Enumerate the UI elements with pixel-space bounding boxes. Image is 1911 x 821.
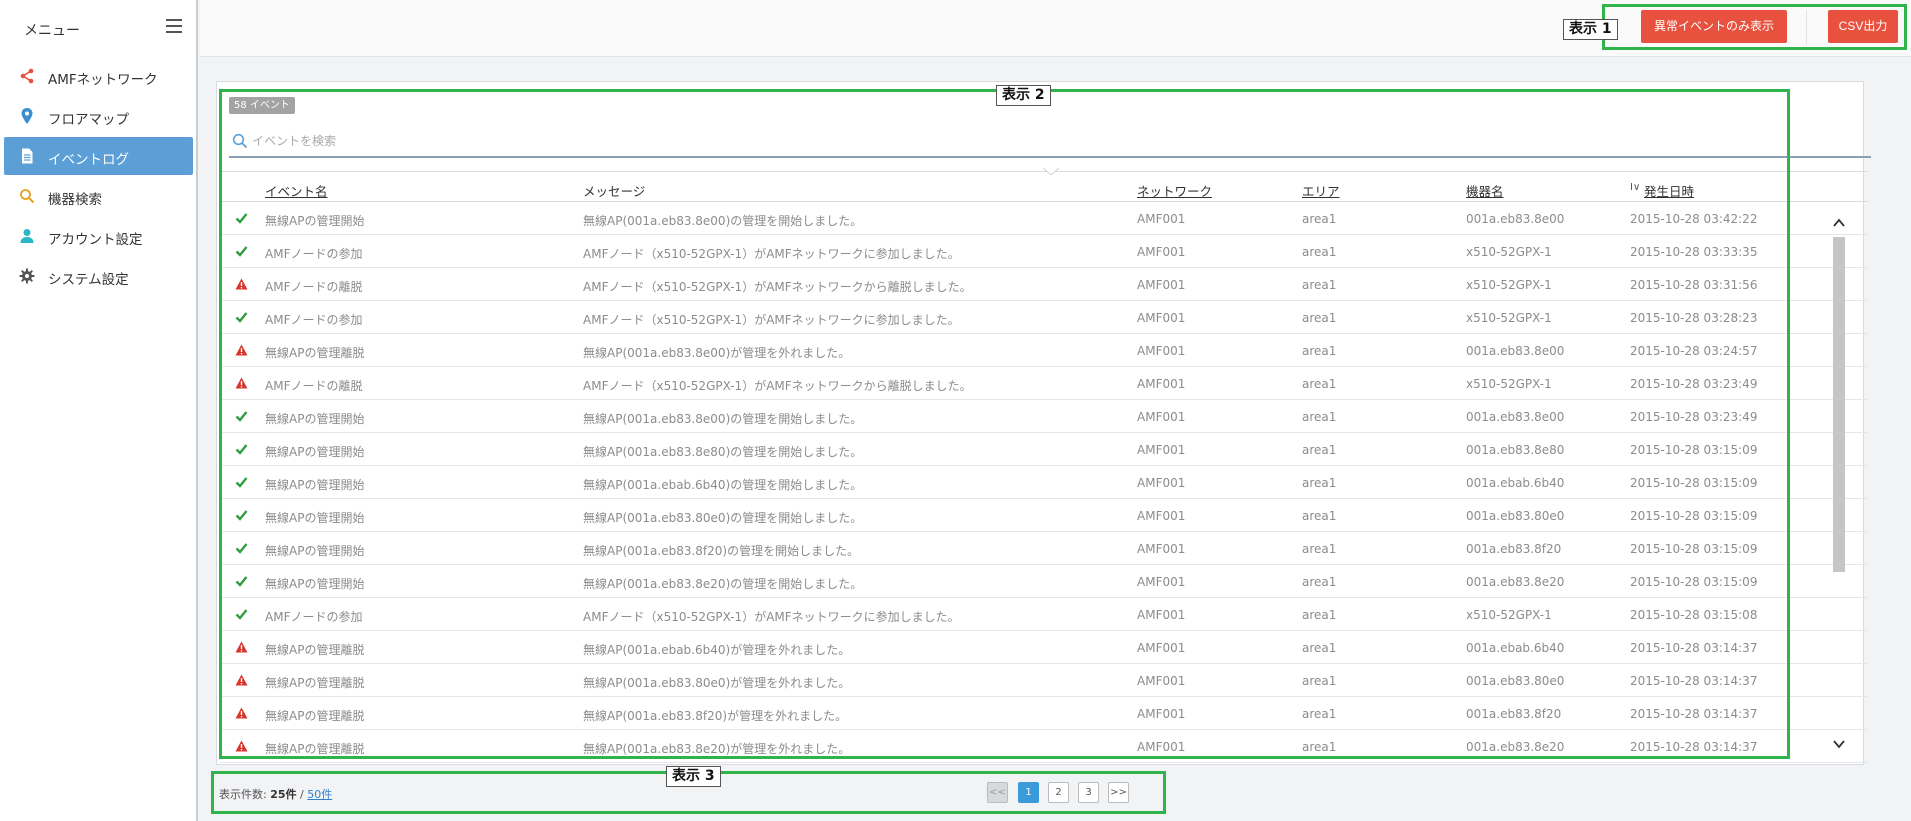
search-icon (20, 189, 35, 204)
sidebar-item-device-search[interactable]: 機器検索 (4, 177, 193, 215)
annotation-label-2: 表示 2 (996, 85, 1051, 106)
sidebar-item-amf-network[interactable]: AMFネットワーク (4, 57, 193, 95)
map-pin-icon (21, 108, 33, 124)
sidebar-header: メニュー (0, 0, 196, 56)
sidebar-item-event-log[interactable]: イベントログ (4, 137, 193, 175)
annotation-label-1: 表示 1 (1563, 19, 1618, 40)
scroll-down-icon[interactable] (1833, 739, 1845, 749)
sidebar-item-label: イベントログ (48, 152, 129, 168)
sidebar-item-label: AMFネットワーク (48, 72, 158, 88)
share-icon (20, 68, 34, 84)
sidebar-item-floor-map[interactable]: フロアマップ (4, 97, 193, 135)
sidebar-item-label: システム設定 (48, 272, 129, 288)
sidebar-item-label: 機器検索 (48, 192, 102, 208)
sidebar-item-account-settings[interactable]: アカウント設定 (4, 217, 193, 255)
sidebar-item-label: アカウント設定 (48, 232, 143, 248)
gear-icon (19, 268, 35, 284)
sidebar-item-system-settings[interactable]: システム設定 (4, 257, 193, 295)
annotation-box-1 (1602, 4, 1907, 50)
annotation-label-3: 表示 3 (666, 766, 721, 787)
sidebar-item-label: フロアマップ (48, 112, 129, 128)
user-icon (20, 229, 34, 243)
scrollbar-thumb[interactable] (1833, 237, 1845, 572)
annotation-box-2 (219, 89, 1790, 759)
sidebar: メニュー AMFネットワーク フロアマップ イベントログ 機器検索 アカウント設… (0, 0, 198, 821)
hamburger-icon[interactable] (166, 19, 182, 33)
document-icon (22, 148, 33, 164)
menu-title: メニュー (24, 23, 80, 39)
scroll-up-icon[interactable] (1833, 218, 1845, 228)
